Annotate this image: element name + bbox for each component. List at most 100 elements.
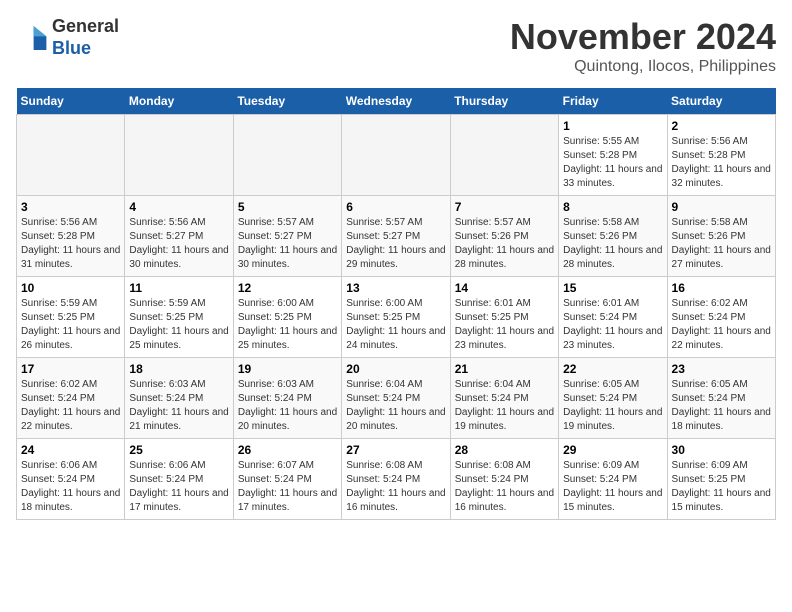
calendar-cell: 22 Sunrise: 6:05 AM Sunset: 5:24 PM Dayli… bbox=[559, 358, 667, 439]
calendar-cell: 3 Sunrise: 5:56 AM Sunset: 5:28 PM Daylig… bbox=[17, 196, 125, 277]
calendar-cell: 25Sunrise: 6:06 AM Sunset: 5:24 PM Dayli… bbox=[125, 439, 233, 520]
weekday-header-wednesday: Wednesday bbox=[342, 88, 450, 115]
month-title: November 2024 bbox=[510, 16, 776, 58]
calendar-cell: 5 Sunrise: 5:57 AM Sunset: 5:27 PM Daylig… bbox=[233, 196, 341, 277]
logo-blue: Blue bbox=[52, 38, 119, 60]
calendar-cell: 30 Sunrise: 6:09 AM Sunset: 5:25 PM Dayli… bbox=[667, 439, 775, 520]
day-info: Sunrise: 6:05 AM Sunset: 5:24 PM Dayligh… bbox=[672, 378, 771, 434]
calendar-cell: 9 Sunrise: 5:58 AM Sunset: 5:26 PM Daylig… bbox=[667, 196, 775, 277]
calendar-cell: 24 Sunrise: 6:06 AM Sunset: 5:24 PM Dayli… bbox=[17, 439, 125, 520]
day-info: Sunrise: 6:05 AM Sunset: 5:24 PM Dayligh… bbox=[563, 378, 662, 434]
day-info: Sunrise: 5:56 AM Sunset: 5:28 PM Dayligh… bbox=[21, 216, 120, 272]
day-number: 21 bbox=[455, 362, 554, 376]
day-number: 16 bbox=[672, 281, 771, 295]
calendar-cell: 4 Sunrise: 5:56 AM Sunset: 5:27 PM Daylig… bbox=[125, 196, 233, 277]
calendar-cell: 7Sunrise: 5:57 AM Sunset: 5:26 PM Daylig… bbox=[450, 196, 558, 277]
week-row-5: 24 Sunrise: 6:06 AM Sunset: 5:24 PM Dayli… bbox=[17, 439, 776, 520]
day-number: 6 bbox=[346, 200, 445, 214]
weekday-header-tuesday: Tuesday bbox=[233, 88, 341, 115]
day-info: Sunrise: 6:07 AM Sunset: 5:24 PM Dayligh… bbox=[238, 459, 337, 515]
day-number: 2 bbox=[672, 119, 771, 133]
weekday-header-saturday: Saturday bbox=[667, 88, 775, 115]
location: Quintong, Ilocos, Philippines bbox=[510, 58, 776, 76]
day-info: Sunrise: 6:03 AM Sunset: 5:24 PM Dayligh… bbox=[129, 378, 228, 434]
calendar-table: SundayMondayTuesdayWednesdayThursdayFrid… bbox=[16, 88, 776, 520]
calendar-cell: 14Sunrise: 6:01 AM Sunset: 5:25 PM Dayli… bbox=[450, 277, 558, 358]
day-info: Sunrise: 6:06 AM Sunset: 5:24 PM Dayligh… bbox=[129, 459, 228, 515]
day-info: Sunrise: 5:57 AM Sunset: 5:26 PM Dayligh… bbox=[455, 216, 554, 272]
day-info: Sunrise: 5:56 AM Sunset: 5:27 PM Dayligh… bbox=[129, 216, 228, 272]
calendar-cell bbox=[450, 115, 558, 196]
calendar-cell: 28 Sunrise: 6:08 AM Sunset: 5:24 PM Dayli… bbox=[450, 439, 558, 520]
weekday-header-friday: Friday bbox=[559, 88, 667, 115]
day-number: 24 bbox=[21, 443, 120, 457]
day-info: Sunrise: 6:04 AM Sunset: 5:24 PM Dayligh… bbox=[346, 378, 445, 434]
day-number: 29 bbox=[563, 443, 662, 457]
calendar-cell bbox=[125, 115, 233, 196]
day-info: Sunrise: 6:01 AM Sunset: 5:25 PM Dayligh… bbox=[455, 297, 554, 353]
day-info: Sunrise: 5:57 AM Sunset: 5:27 PM Dayligh… bbox=[238, 216, 337, 272]
calendar-cell: 10 Sunrise: 5:59 AM Sunset: 5:25 PM Dayli… bbox=[17, 277, 125, 358]
day-number: 12 bbox=[238, 281, 337, 295]
calendar-cell: 20Sunrise: 6:04 AM Sunset: 5:24 PM Dayli… bbox=[342, 358, 450, 439]
logo: General Blue bbox=[16, 16, 119, 59]
day-number: 30 bbox=[672, 443, 771, 457]
calendar-cell: 11 Sunrise: 5:59 AM Sunset: 5:25 PM Dayli… bbox=[125, 277, 233, 358]
day-info: Sunrise: 5:57 AM Sunset: 5:27 PM Dayligh… bbox=[346, 216, 445, 272]
header: General Blue November 2024 Quintong, Ilo… bbox=[16, 16, 776, 76]
day-number: 8 bbox=[563, 200, 662, 214]
day-info: Sunrise: 5:56 AM Sunset: 5:28 PM Dayligh… bbox=[672, 135, 771, 191]
day-info: Sunrise: 6:03 AM Sunset: 5:24 PM Dayligh… bbox=[238, 378, 337, 434]
calendar-cell: 16Sunrise: 6:02 AM Sunset: 5:24 PM Dayli… bbox=[667, 277, 775, 358]
weekday-header-monday: Monday bbox=[125, 88, 233, 115]
day-number: 1 bbox=[563, 119, 662, 133]
week-row-2: 3 Sunrise: 5:56 AM Sunset: 5:28 PM Daylig… bbox=[17, 196, 776, 277]
calendar-cell: 1 Sunrise: 5:55 AM Sunset: 5:28 PM Daylig… bbox=[559, 115, 667, 196]
day-number: 18 bbox=[129, 362, 228, 376]
day-number: 11 bbox=[129, 281, 228, 295]
calendar-cell: 19 Sunrise: 6:03 AM Sunset: 5:24 PM Dayli… bbox=[233, 358, 341, 439]
day-number: 28 bbox=[455, 443, 554, 457]
calendar-cell: 15Sunrise: 6:01 AM Sunset: 5:24 PM Dayli… bbox=[559, 277, 667, 358]
day-info: Sunrise: 5:59 AM Sunset: 5:25 PM Dayligh… bbox=[129, 297, 228, 353]
day-number: 19 bbox=[238, 362, 337, 376]
day-number: 3 bbox=[21, 200, 120, 214]
calendar-cell: 21 Sunrise: 6:04 AM Sunset: 5:24 PM Dayli… bbox=[450, 358, 558, 439]
day-info: Sunrise: 6:09 AM Sunset: 5:24 PM Dayligh… bbox=[563, 459, 662, 515]
day-number: 27 bbox=[346, 443, 445, 457]
weekday-header-thursday: Thursday bbox=[450, 88, 558, 115]
weekday-header-row: SundayMondayTuesdayWednesdayThursdayFrid… bbox=[17, 88, 776, 115]
day-number: 13 bbox=[346, 281, 445, 295]
day-info: Sunrise: 5:58 AM Sunset: 5:26 PM Dayligh… bbox=[563, 216, 662, 272]
calendar-cell: 29 Sunrise: 6:09 AM Sunset: 5:24 PM Dayli… bbox=[559, 439, 667, 520]
calendar-cell bbox=[17, 115, 125, 196]
day-info: Sunrise: 6:00 AM Sunset: 5:25 PM Dayligh… bbox=[238, 297, 337, 353]
week-row-3: 10 Sunrise: 5:59 AM Sunset: 5:25 PM Dayli… bbox=[17, 277, 776, 358]
weekday-header-sunday: Sunday bbox=[17, 88, 125, 115]
day-info: Sunrise: 6:08 AM Sunset: 5:24 PM Dayligh… bbox=[455, 459, 554, 515]
logo-general: General bbox=[52, 16, 119, 38]
day-info: Sunrise: 6:06 AM Sunset: 5:24 PM Dayligh… bbox=[21, 459, 120, 515]
day-number: 9 bbox=[672, 200, 771, 214]
calendar-cell bbox=[233, 115, 341, 196]
day-info: Sunrise: 6:09 AM Sunset: 5:25 PM Dayligh… bbox=[672, 459, 771, 515]
calendar-cell: 6 Sunrise: 5:57 AM Sunset: 5:27 PM Daylig… bbox=[342, 196, 450, 277]
day-info: Sunrise: 5:58 AM Sunset: 5:26 PM Dayligh… bbox=[672, 216, 771, 272]
day-info: Sunrise: 5:55 AM Sunset: 5:28 PM Dayligh… bbox=[563, 135, 662, 191]
calendar-cell: 26 Sunrise: 6:07 AM Sunset: 5:24 PM Dayli… bbox=[233, 439, 341, 520]
day-info: Sunrise: 5:59 AM Sunset: 5:25 PM Dayligh… bbox=[21, 297, 120, 353]
day-info: Sunrise: 6:04 AM Sunset: 5:24 PM Dayligh… bbox=[455, 378, 554, 434]
day-number: 22 bbox=[563, 362, 662, 376]
calendar-cell: 17Sunrise: 6:02 AM Sunset: 5:24 PM Dayli… bbox=[17, 358, 125, 439]
week-row-1: 1 Sunrise: 5:55 AM Sunset: 5:28 PM Daylig… bbox=[17, 115, 776, 196]
calendar-cell: 2 Sunrise: 5:56 AM Sunset: 5:28 PM Daylig… bbox=[667, 115, 775, 196]
day-number: 4 bbox=[129, 200, 228, 214]
day-number: 10 bbox=[21, 281, 120, 295]
calendar-cell: 27Sunrise: 6:08 AM Sunset: 5:24 PM Dayli… bbox=[342, 439, 450, 520]
day-number: 5 bbox=[238, 200, 337, 214]
day-number: 26 bbox=[238, 443, 337, 457]
week-row-4: 17Sunrise: 6:02 AM Sunset: 5:24 PM Dayli… bbox=[17, 358, 776, 439]
day-info: Sunrise: 6:00 AM Sunset: 5:25 PM Dayligh… bbox=[346, 297, 445, 353]
title-area: November 2024 Quintong, Ilocos, Philippi… bbox=[510, 16, 776, 76]
logo-icon bbox=[16, 22, 48, 54]
